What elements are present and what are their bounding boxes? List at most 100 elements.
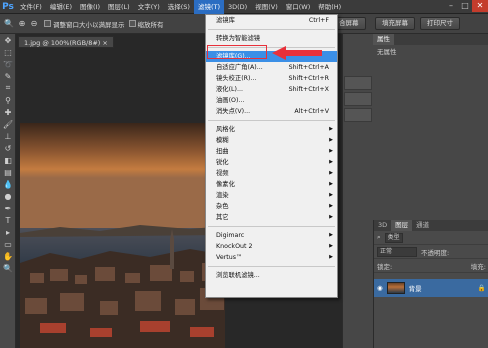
checkbox-icon (128, 20, 136, 27)
brush-tool-icon[interactable]: 🖌 (0, 118, 16, 130)
menu-item-label: 油画(O)... (216, 97, 245, 104)
fill-screen-button[interactable]: 填充屏幕 (375, 17, 415, 30)
dodge-tool-icon[interactable]: ● (0, 190, 16, 202)
filter-menu-item[interactable]: 消失点(V)... Alt+Ctrl+V (206, 106, 337, 117)
marquee-tool-icon[interactable]: ⬚ (0, 46, 16, 58)
red-arrow-icon (272, 46, 322, 60)
search-icon: ⌕ (377, 233, 381, 241)
zoom-tool-icon[interactable]: 🔍 (2, 18, 16, 30)
tab-properties[interactable]: 属性 (373, 34, 394, 45)
submenu-arrow-icon: ▶ (329, 181, 333, 187)
submenu-arrow-icon: ▶ (329, 148, 333, 154)
filter-menu-item[interactable]: 转换为智能滤镜 (206, 33, 337, 44)
submenu-arrow-icon: ▶ (329, 137, 333, 143)
filter-menu-item[interactable]: 油画(O)... (206, 95, 337, 106)
menu-item-shortcut: Shift+Ctrl+X (288, 86, 329, 93)
eyedropper-tool-icon[interactable]: ⚲ (0, 94, 16, 106)
menu-item-shortcut: Alt+Ctrl+V (294, 108, 329, 115)
menu-edit[interactable]: 编辑(E) (46, 0, 76, 14)
menu-type[interactable]: 文字(Y) (134, 0, 164, 14)
filter-menu-item[interactable]: 滤镜库 Ctrl+F (206, 15, 337, 26)
zoom-in-icon[interactable]: ⊕ (16, 18, 28, 30)
menu-view[interactable]: 视图(V) (251, 0, 282, 14)
filter-menu-item[interactable]: Vertus™ ▶ (206, 252, 337, 263)
filter-menu-item[interactable]: 锐化 ▶ (206, 157, 337, 168)
shape-tool-icon[interactable]: ▭ (0, 238, 16, 250)
properties-value: 无属性 (377, 48, 397, 56)
filter-menu-item[interactable]: 浏览联机滤镜... (206, 270, 337, 281)
layer-background[interactable]: ◉ 背景 🔒 (374, 279, 488, 297)
hand-tool-icon[interactable]: ✋ (0, 250, 16, 262)
tab-layers[interactable]: 图层 (391, 220, 413, 231)
resize-windows-checkbox[interactable]: 调整窗口大小以满屏显示 (44, 19, 125, 29)
minimize-icon[interactable]: – (444, 0, 458, 12)
history-brush-tool-icon[interactable]: ↺ (0, 142, 16, 154)
pen-tool-icon[interactable]: ✒ (0, 202, 16, 214)
menu-3d[interactable]: 3D(D) (224, 0, 251, 14)
menu-image[interactable]: 图像(I) (76, 0, 104, 14)
menu-item-label: 浏览联机滤镜... (216, 272, 260, 279)
menu-file[interactable]: 文件(F) (16, 0, 46, 14)
history-panel-icon[interactable] (344, 76, 372, 90)
quick-select-tool-icon[interactable]: ✎ (0, 70, 16, 82)
healing-brush-tool-icon[interactable]: ✚ (0, 106, 16, 118)
menu-help[interactable]: 帮助(H) (314, 0, 345, 14)
filter-menu-item[interactable]: 杂色 ▶ (206, 201, 337, 212)
zoom-out-icon[interactable]: ⊖ (28, 18, 40, 30)
tab-3d[interactable]: 3D (374, 220, 391, 231)
menu-item-label: 扭曲 (216, 148, 229, 155)
layer-kind-select[interactable]: 类型 (384, 232, 403, 243)
menu-filter[interactable]: 滤镜(T) (193, 0, 224, 14)
submenu-arrow-icon: ▶ (329, 214, 333, 220)
submenu-arrow-icon: ▶ (329, 254, 333, 260)
eye-icon[interactable]: ◉ (377, 284, 383, 292)
menu-item-shortcut: Shift+Ctrl+A (288, 64, 329, 71)
menu-layer[interactable]: 图层(L) (104, 0, 134, 14)
crop-tool-icon[interactable]: ⌗ (0, 82, 16, 94)
move-tool-icon[interactable]: ✥ (0, 34, 16, 46)
collapsed-panel-icons (343, 74, 373, 214)
zoom-tool-icon[interactable]: 🔍 (0, 262, 16, 274)
menu-item-label: 消失点(V)... (216, 108, 251, 115)
clone-stamp-tool-icon[interactable]: ⊥ (0, 130, 16, 142)
gradient-tool-icon[interactable]: ▤ (0, 166, 16, 178)
eraser-tool-icon[interactable]: ◧ (0, 154, 16, 166)
filter-menu-item[interactable]: 视频 ▶ (206, 168, 337, 179)
blur-tool-icon[interactable]: 💧 (0, 178, 16, 190)
filter-menu-item[interactable]: 风格化 ▶ (206, 124, 337, 135)
filter-menu-item[interactable]: 自适应广角(A)... Shift+Ctrl+A (206, 62, 337, 73)
submenu-arrow-icon: ▶ (329, 170, 333, 176)
menu-separator (208, 226, 335, 227)
filter-menu-item[interactable]: 镜头校正(R)... Shift+Ctrl+R (206, 73, 337, 84)
maximize-icon[interactable]: □ (458, 0, 472, 12)
menu-item-label: 杂色 (216, 203, 229, 210)
path-select-tool-icon[interactable]: ▸ (0, 226, 16, 238)
type-tool-icon[interactable]: T (0, 214, 16, 226)
blend-mode-select[interactable]: 正常 (377, 246, 417, 257)
filter-menu-item[interactable]: 液化(L)... Shift+Ctrl+X (206, 84, 337, 95)
canvas-image[interactable] (20, 123, 225, 348)
filter-menu-item[interactable]: 模糊 ▶ (206, 135, 337, 146)
filter-menu-item[interactable]: 其它 ▶ (206, 212, 337, 223)
filter-menu-item[interactable]: 像素化 ▶ (206, 179, 337, 190)
tab-channels[interactable]: 通道 (412, 220, 433, 231)
layer-name: 背景 (408, 285, 422, 293)
close-icon[interactable]: ✕ (472, 0, 488, 12)
window-controls: – □ ✕ (444, 0, 488, 12)
menu-select[interactable]: 选择(S) (164, 0, 194, 14)
filter-menu-item[interactable]: KnockOut 2 ▶ (206, 241, 337, 252)
menu-window[interactable]: 窗口(W) (282, 0, 315, 14)
lasso-tool-icon[interactable]: ➰ (0, 58, 16, 70)
filter-menu-item[interactable]: Digimarc ▶ (206, 230, 337, 241)
zoom-all-checkbox[interactable]: 缩放所有 (128, 19, 164, 29)
adjustments-panel-icon[interactable] (344, 92, 372, 106)
document-tab[interactable]: 1.jpg @ 100%(RGB/8#) × (18, 36, 114, 48)
opacity-label: 不透明度: (421, 248, 450, 257)
submenu-arrow-icon: ▶ (329, 203, 333, 209)
filter-menu-item[interactable]: 扭曲 ▶ (206, 146, 337, 157)
submenu-arrow-icon: ▶ (329, 243, 333, 249)
filter-menu-item[interactable]: 渲染 ▶ (206, 190, 337, 201)
swatches-panel-icon[interactable] (344, 108, 372, 122)
print-size-button[interactable]: 打印尺寸 (420, 17, 460, 30)
close-tab-icon[interactable]: × (102, 39, 107, 47)
